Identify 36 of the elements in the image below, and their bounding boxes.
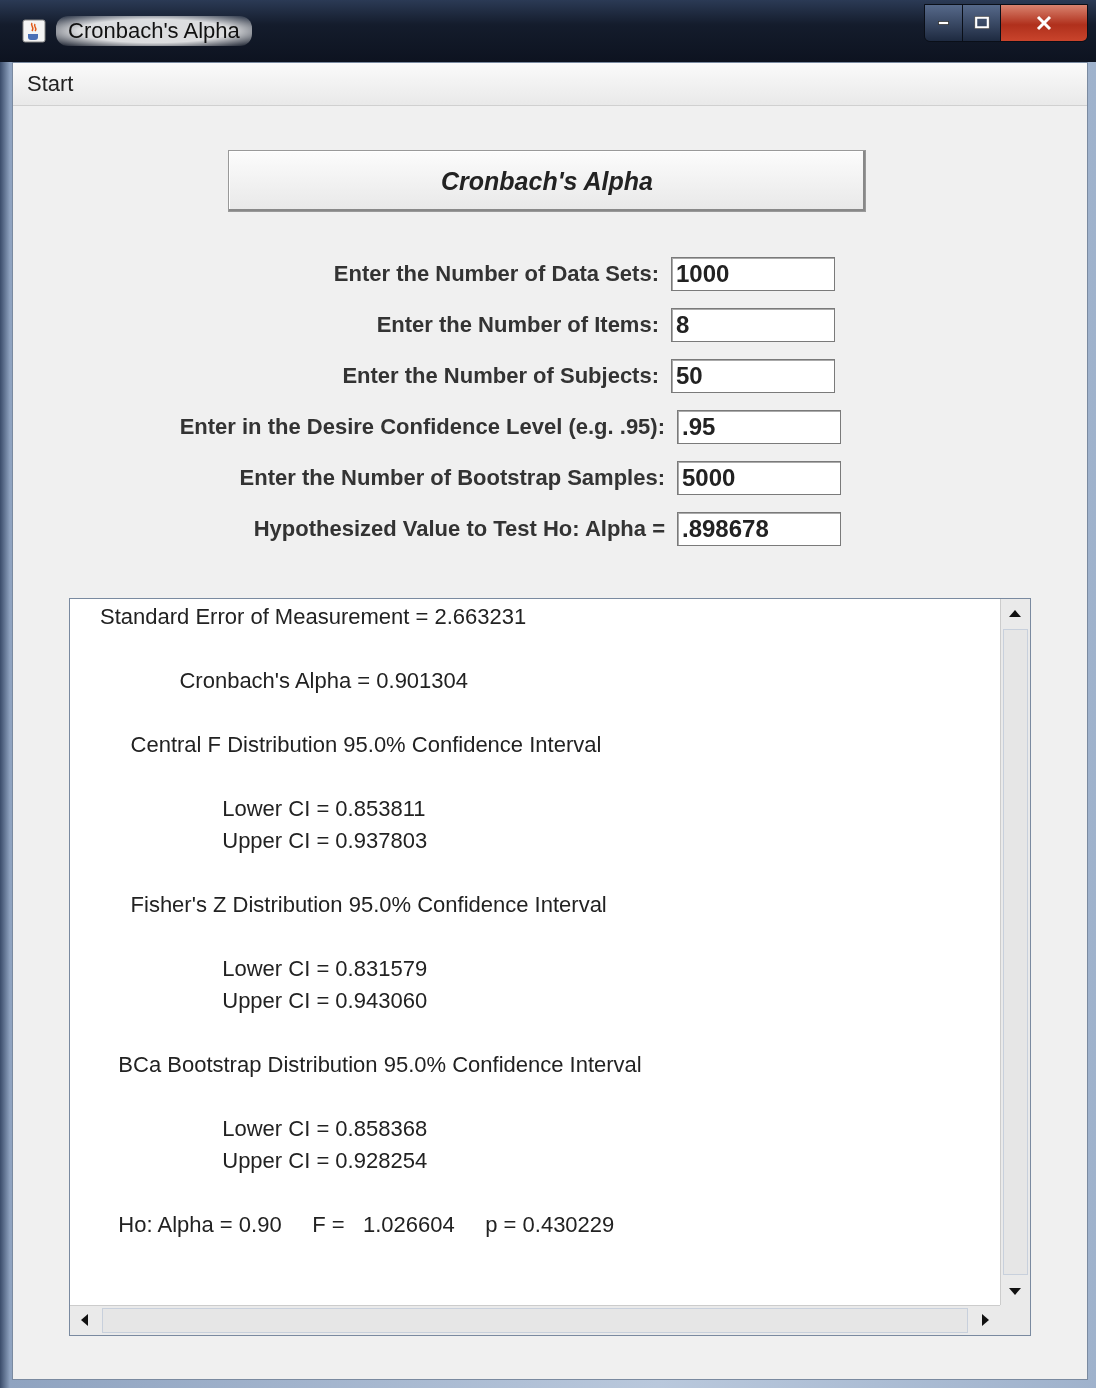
output-line: Fisher's Z Distribution 95.0% Confidence Interval <box>129 891 608 919</box>
output-line: Upper CI = 0.943060 <box>221 987 429 1015</box>
maximize-button[interactable] <box>963 5 1001 41</box>
minimize-icon <box>938 21 949 25</box>
field-label: Enter in the Desire Confidence Level (e.g. .95): <box>179 413 665 440</box>
window-title: Cronbach's Alpha <box>56 16 252 46</box>
title-button[interactable]: Cronbach's Alpha <box>228 150 866 212</box>
input-field[interactable]: 5000 <box>677 460 841 495</box>
field-label: Enter the Number of Data Sets: <box>333 260 659 287</box>
input-field[interactable]: 50 <box>671 358 835 393</box>
output-line: Lower CI = 0.831579 <box>221 955 429 983</box>
close-button[interactable] <box>1001 5 1087 41</box>
output-line: Cronbach's Alpha = 0.901304 <box>178 667 470 695</box>
output-line: Upper CI = 0.937803 <box>221 827 429 855</box>
field-label: Enter the Number of Subjects: <box>342 362 659 389</box>
output-line: Lower CI = 0.853811 <box>221 795 427 823</box>
vertical-scrollbar[interactable] <box>1000 599 1030 1305</box>
output-line: Upper CI = 0.928254 <box>221 1147 429 1175</box>
horizontal-scrollbar[interactable] <box>70 1305 1000 1335</box>
minimize-button[interactable] <box>925 5 963 41</box>
output-line: Ho: Alpha = 0.90 F = 1.026604 p = 0.430229 <box>117 1211 616 1239</box>
field-label: Hypothesized Value to Test Ho: Alpha = <box>253 515 665 542</box>
field-label: Enter the Number of Items: <box>376 311 659 338</box>
menu-item[interactable]: Start <box>27 71 74 97</box>
maximize-icon <box>973 16 990 30</box>
input-field[interactable]: 1000 <box>671 256 835 291</box>
cup-icon <box>22 19 46 43</box>
input-field[interactable]: .95 <box>677 409 841 444</box>
field-label: Enter the Number of Bootstrap Samples: <box>239 464 665 491</box>
output-line: BCa Bootstrap Distribution 95.0% Confidence Interval <box>117 1051 643 1079</box>
output-line: Central F Distribution 95.0% Confidence Interval <box>129 731 603 759</box>
output-line: Lower CI = 0.858368 <box>221 1115 429 1143</box>
input-field[interactable]: .898678 <box>677 511 841 546</box>
close-icon <box>1035 15 1053 31</box>
input-field[interactable]: 8 <box>671 307 835 342</box>
output-line: Standard Error of Measurement = 2.663231 <box>100 603 528 631</box>
